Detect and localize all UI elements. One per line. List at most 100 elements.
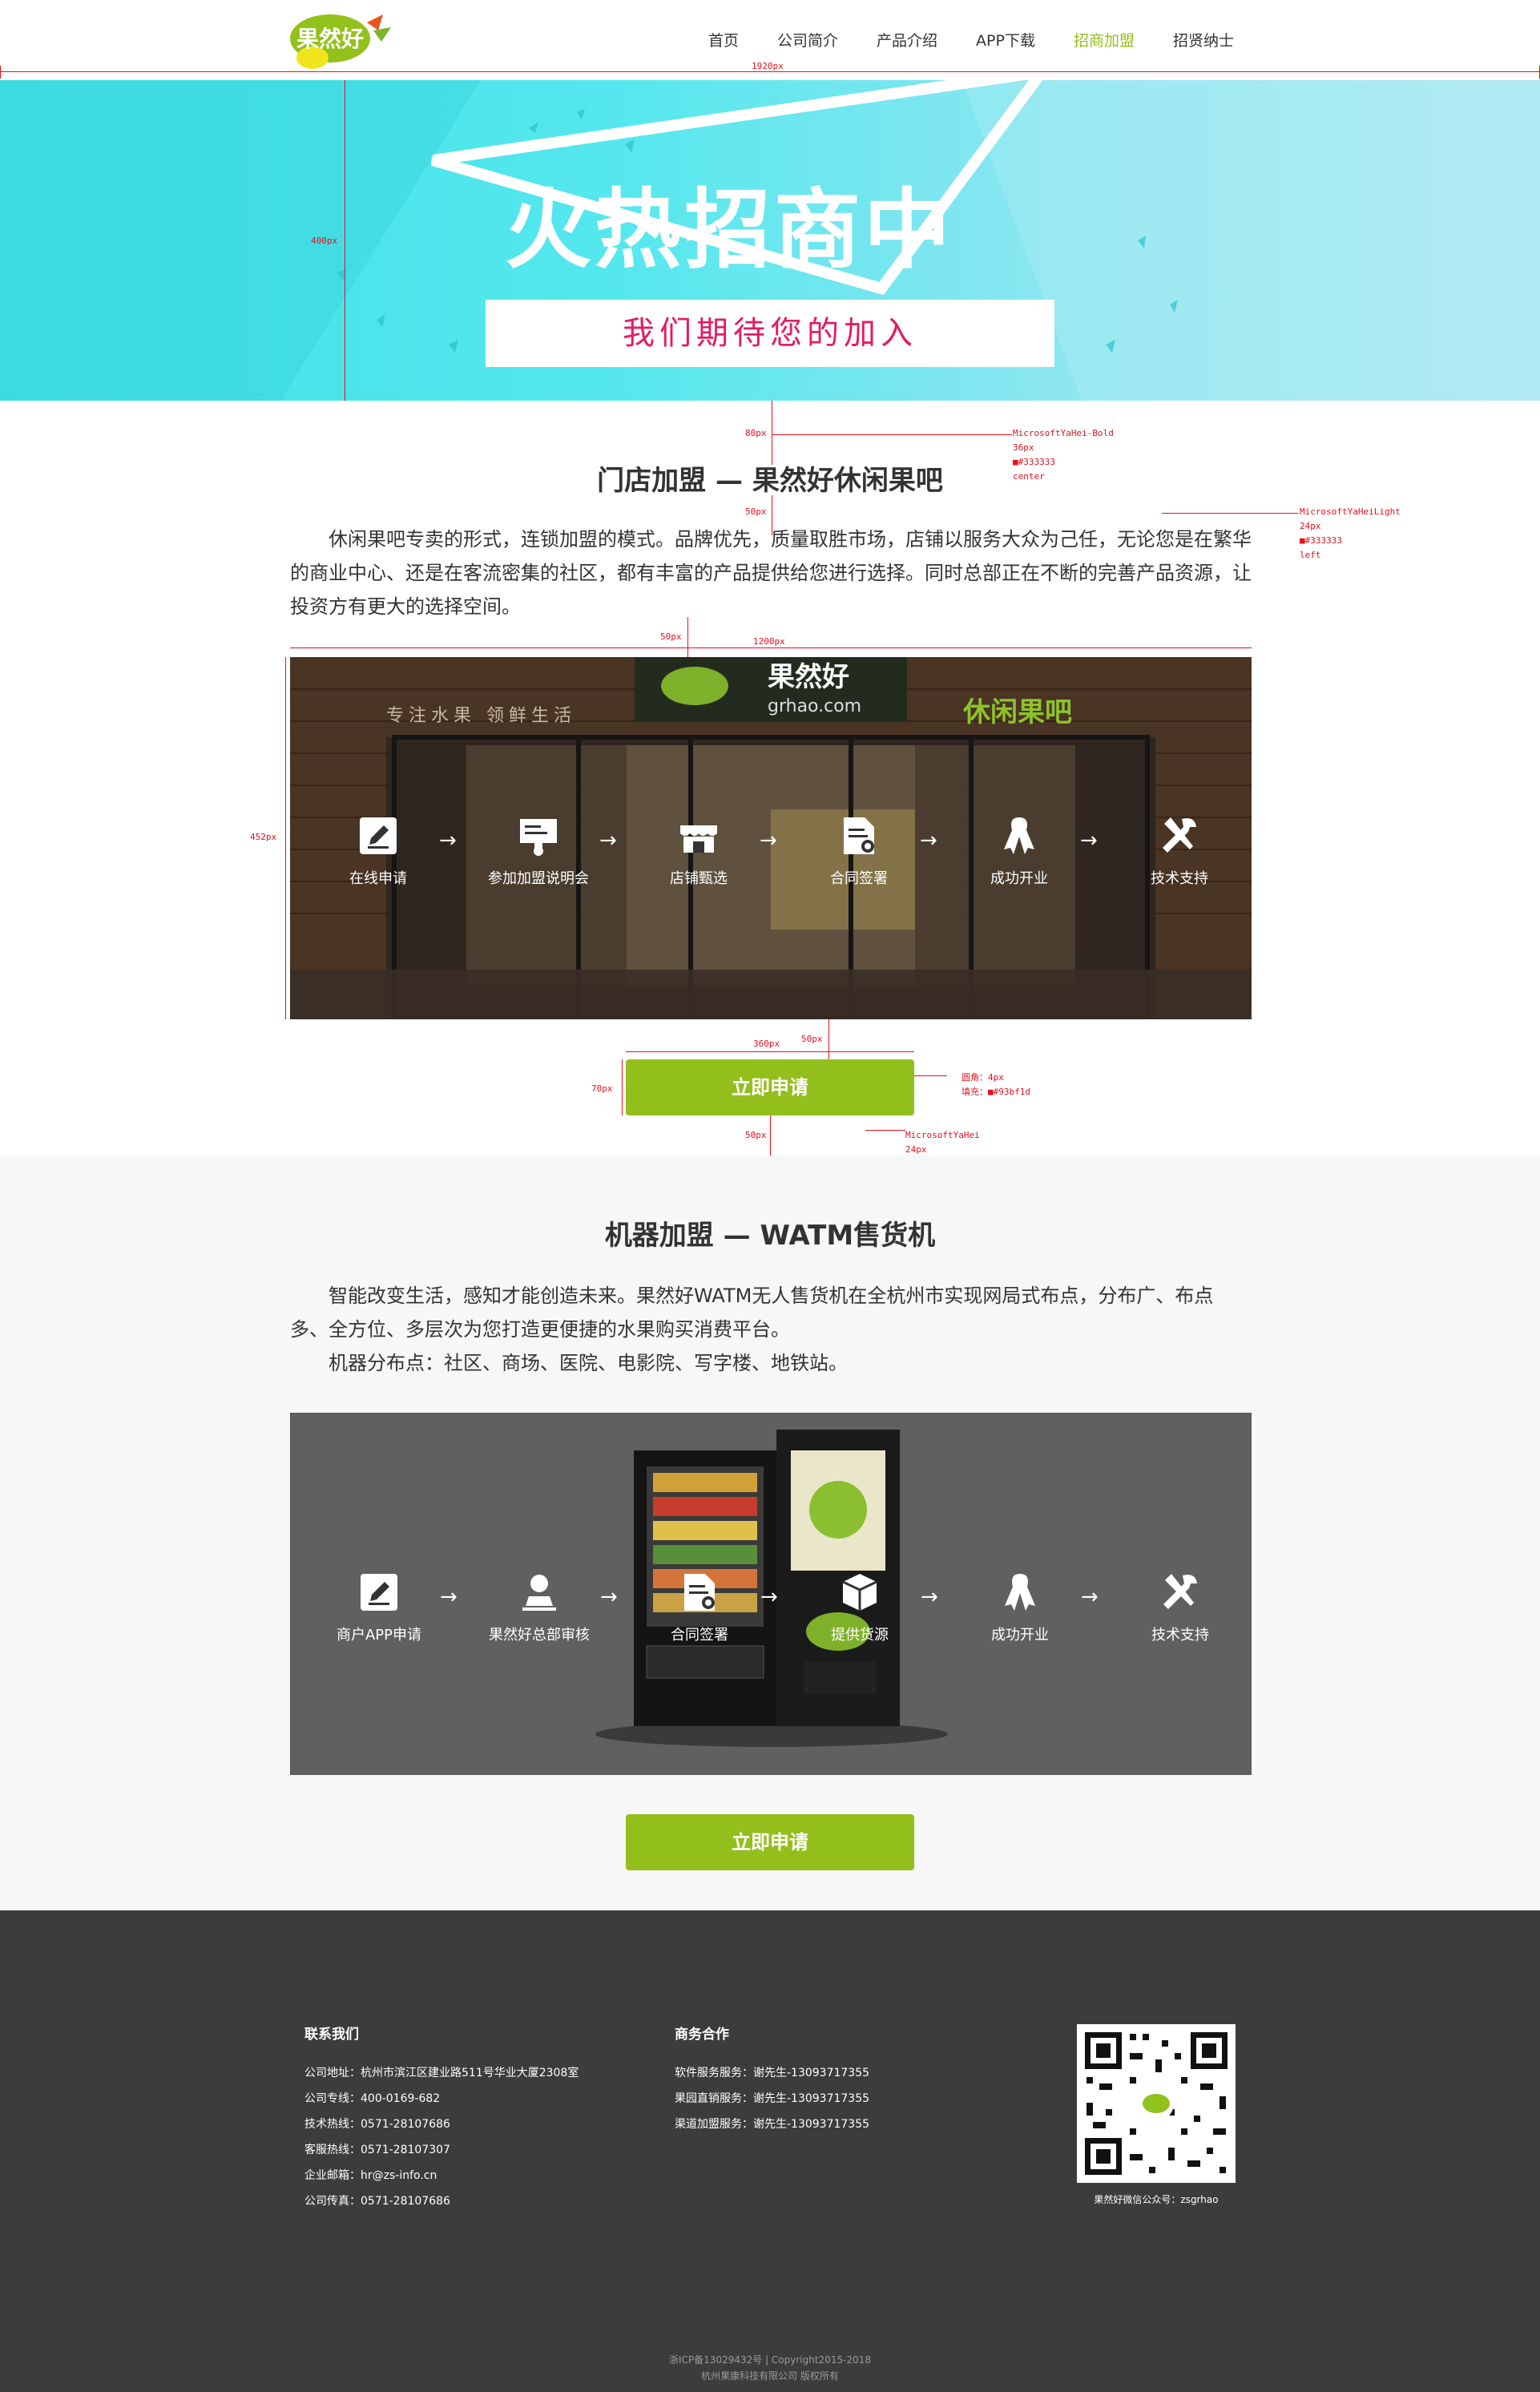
nav-about[interactable]: 公司简介	[758, 29, 857, 50]
nav-careers[interactable]: 招贤纳士	[1154, 29, 1253, 50]
store-step-label: 参加加盟说明会	[488, 870, 589, 887]
store-step-label: 技术支持	[1151, 870, 1208, 887]
annotation-width: 360px	[753, 1039, 780, 1049]
annotation-line	[865, 1130, 905, 1131]
store-step-label: 合同签署	[830, 870, 888, 887]
logo-text: 果然好	[296, 26, 364, 52]
annotation-gap: 50px	[801, 1034, 823, 1044]
site-footer: 联系我们 公司地址：杭州市滨江区建业路511号华业大厦2308室 公司专线：40…	[0, 1910, 1540, 2392]
arrow-icon: →	[760, 829, 777, 853]
machine-steps: 商户APP申请 → 果然好总部审核 → 合同签署 → 提供货源 → 成功开业 →…	[291, 1571, 1251, 1667]
store-sign-domain: grhao.com	[768, 696, 861, 716]
footer-hotline: 公司专线：400-0169-682	[304, 2092, 441, 2105]
machine-step-label: 成功开业	[991, 1627, 1049, 1644]
ribbon-icon	[1004, 817, 1034, 854]
footer-email[interactable]: 企业邮箱：hr@zs-info.cn	[304, 2163, 579, 2188]
store-step-6: 技术支持	[1123, 814, 1236, 888]
store-step-1: 在线申请	[322, 814, 434, 888]
tools-icon	[1163, 817, 1196, 853]
footer-tech-line: 技术热线：0571-28107686	[304, 2118, 450, 2131]
machine-step-label: 果然好总部审核	[489, 1627, 590, 1644]
machine-step-label: 提供货源	[831, 1627, 889, 1644]
annotation-line	[622, 1059, 623, 1115]
nav-app-download[interactable]: APP下载	[957, 29, 1054, 50]
company-copyright: 杭州果康科技有限公司 版权所有	[701, 2370, 839, 2382]
machine-process-panel: 商户APP申请 → 果然好总部审核 → 合同签署 → 提供货源 → 成功开业 →…	[290, 1413, 1252, 1775]
icp-copyright: 浙ICP备13029432号 | Copyright2015-2018	[669, 2354, 871, 2366]
store-section-title: 门店加盟 — 果然好休闲果吧	[597, 465, 943, 497]
footer-address: 公司地址：杭州市滨江区建业路511号华业大厦2308室	[304, 2067, 579, 2079]
annotation-body-font: MicrosoftYaHeiLight 24px ■#333333 left	[1300, 506, 1401, 560]
store-step-5: 成功开业	[963, 814, 1075, 888]
banner-subtitle: 我们期待您的加入	[623, 315, 917, 352]
annotation-button-style: 圆角：4px 填充：■#93bf1d	[961, 1072, 1030, 1097]
user-review-icon	[522, 1575, 556, 1611]
machine-step-2: 果然好总部审核	[483, 1571, 595, 1644]
arrow-icon: →	[600, 1585, 618, 1609]
apply-edit-icon	[361, 1574, 397, 1611]
annotation-line	[828, 1019, 829, 1059]
machine-step-6: 技术支持	[1124, 1571, 1236, 1644]
arrow-icon: →	[1080, 829, 1098, 853]
annotation-gap: 50px	[745, 506, 767, 517]
store-step-label: 店铺甄选	[670, 870, 728, 887]
annotation-line	[285, 657, 286, 1019]
annotation-line	[0, 66, 1, 79]
annotation-gap: 80px	[745, 428, 767, 438]
footer-fax: 公司传真：0571-28107686	[304, 2195, 450, 2208]
ribbon-icon	[1005, 1574, 1035, 1611]
store-intro-text: 休闲果吧专卖的形式，连锁加盟的模式。品牌优先，质量取胜市场，店铺以服务大众为己任…	[290, 528, 1252, 618]
contract-icon	[844, 817, 874, 854]
main-nav: 首页 公司简介 产品介绍 APP下载 招商加盟 招贤纳士	[689, 29, 1253, 50]
presentation-icon	[520, 819, 557, 856]
annotation-line	[1162, 513, 1298, 514]
machine-step-3: 合同签署	[643, 1571, 756, 1644]
hero-banner: 火热招商中 我们期待您的加入	[0, 80, 1540, 401]
annotation-gap: 50px	[660, 631, 682, 642]
nav-franchise[interactable]: 招商加盟	[1054, 29, 1154, 50]
annotation-height: 70px	[591, 1083, 613, 1094]
machine-step-label: 技术支持	[1151, 1627, 1209, 1644]
nav-home[interactable]: 首页	[689, 29, 758, 50]
store-step-label: 在线申请	[349, 870, 407, 887]
arrow-icon: →	[921, 1585, 938, 1609]
store-step-label: 成功开业	[990, 870, 1048, 887]
machine-step-1: 商户APP申请	[323, 1571, 435, 1644]
nav-products[interactable]: 产品介绍	[857, 29, 957, 50]
machine-step-label: 商户APP申请	[336, 1627, 422, 1644]
machine-step-5: 成功开业	[964, 1571, 1076, 1644]
store-process-panel: 果然好 grhao.com 休闲果吧 专注水果 领鲜生活 在线申请 → 参加加盟…	[290, 657, 1252, 1019]
site-header: 果然好 首页 公司简介 产品介绍 APP下载 招商加盟 招贤纳士	[0, 0, 1540, 74]
store-step-2: 参加加盟说明会	[482, 814, 595, 888]
page: 果然好 首页 公司简介 产品介绍 APP下载 招商加盟 招贤纳士 1920px	[0, 0, 1540, 2392]
banner-title: 火热招商中	[505, 180, 954, 280]
tools-icon	[1163, 1574, 1197, 1609]
machine-intro-text: 智能改变生活，感知才能创造未来。果然好WATM无人售货机在全杭州市实现网局式布点…	[290, 1285, 1214, 1341]
annotation-line	[0, 71, 1540, 72]
annotation-line	[687, 617, 688, 657]
footer-business: 商务合作 软件服务服务：谢先生-13093717355 果园直销服务：谢先生-1…	[675, 2023, 869, 2137]
wechat-qr-code	[1077, 2024, 1236, 2183]
apply-edit-icon	[360, 817, 397, 854]
footer-business-title: 商务合作	[675, 2027, 729, 2043]
contract-icon	[684, 1574, 715, 1611]
arrow-icon: →	[439, 829, 457, 853]
store-sign-brand: 果然好	[768, 661, 849, 693]
footer-service-line: 客服热线：0571-28107307	[304, 2144, 450, 2156]
footer-business-line: 果园直销服务：谢先生-13093717355	[675, 2092, 870, 2105]
logo[interactable]: 果然好	[288, 6, 394, 72]
machine-section-title: 机器加盟 — WATM售货机	[604, 1220, 936, 1252]
package-box-icon	[842, 1574, 877, 1611]
footer-contact-title: 联系我们	[304, 2027, 359, 2043]
arrow-icon: →	[920, 829, 937, 853]
annotation-line	[626, 1051, 914, 1052]
annotation-line	[770, 1115, 771, 1156]
store-sign-shop: 休闲果吧	[962, 696, 1072, 728]
store-step-4: 合同签署	[803, 814, 915, 888]
machine-step-label: 合同签署	[671, 1627, 728, 1644]
store-apply-button[interactable]: 立即申请	[626, 1059, 914, 1115]
machine-apply-button[interactable]: 立即申请	[626, 1814, 914, 1870]
footer-business-line: 渠道加盟服务：谢先生-13093717355	[675, 2118, 870, 2131]
annotation-gap: 50px	[745, 1130, 767, 1140]
arrow-icon: →	[599, 829, 617, 853]
